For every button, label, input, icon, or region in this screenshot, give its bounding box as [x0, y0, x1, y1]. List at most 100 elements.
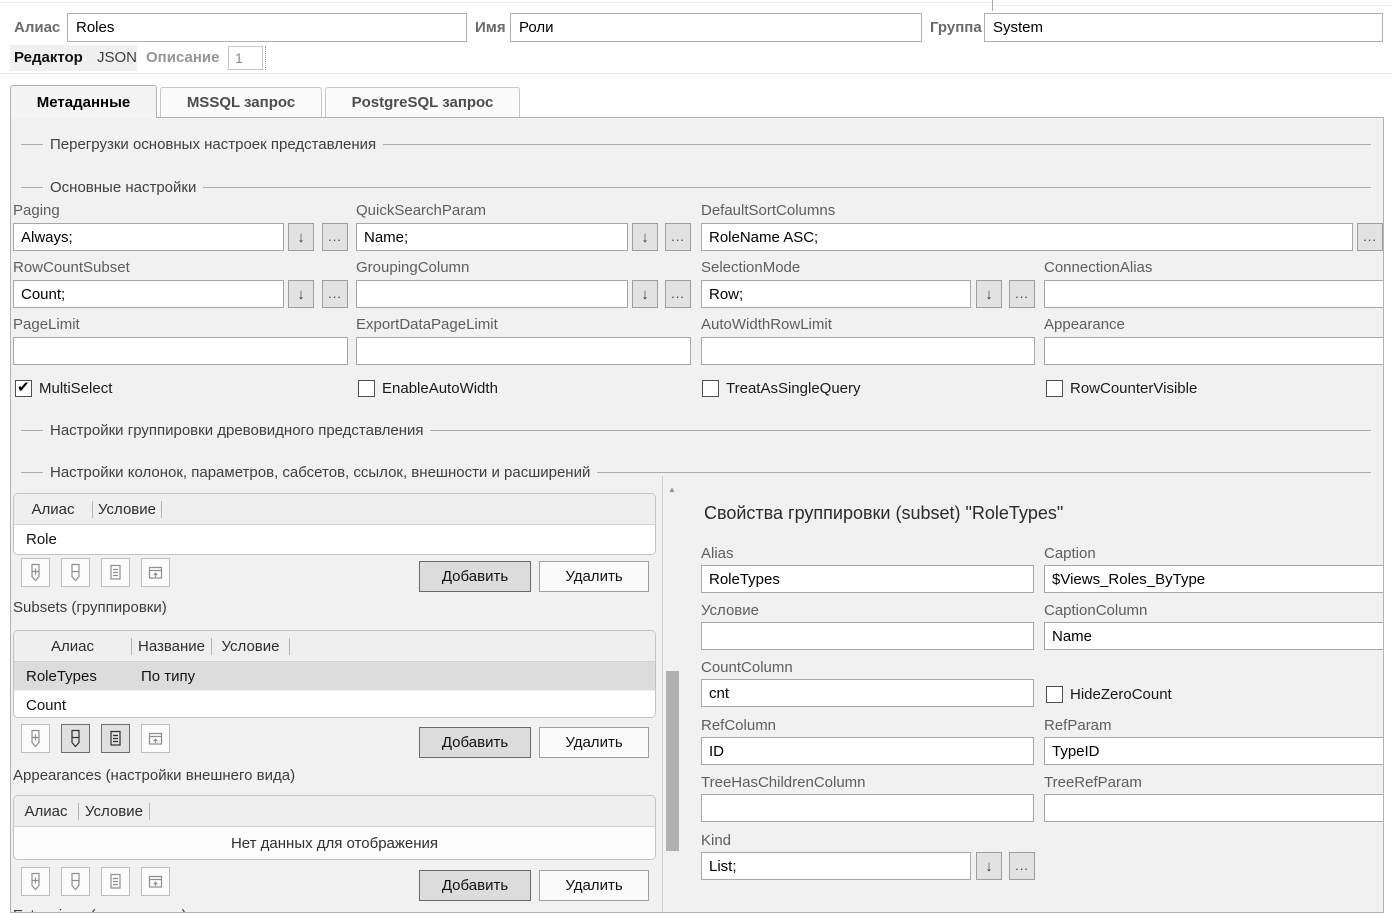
columns-remove-button[interactable]: Удалить [539, 561, 649, 592]
subset-treehaschildrencolumn-label: TreeHasChildrenColumn [701, 775, 866, 791]
subsets-add-button[interactable]: Добавить [419, 727, 531, 758]
appearances-remove-button[interactable]: Удалить [539, 870, 649, 901]
subsets-document-button[interactable] [101, 724, 130, 753]
name-label: Имя [475, 13, 506, 42]
subset-countcolumn-input[interactable] [701, 679, 1034, 707]
quicksearchparam-input[interactable] [356, 223, 628, 251]
shield-minus-icon [66, 872, 85, 891]
selectionmode-ellipsis-button[interactable]: ... [1009, 280, 1035, 308]
rowcountervisible-checkbox[interactable]: ✔ [1046, 380, 1063, 397]
quicksearchparam-dropdown-button[interactable]: ↓ [632, 223, 658, 251]
description-resize-handle[interactable] [265, 46, 267, 70]
appearance-input[interactable] [1044, 337, 1384, 365]
appearances-add-button[interactable]: Добавить [419, 870, 531, 901]
subset-kind-ellipsis-button[interactable]: ... [1009, 852, 1035, 880]
columns-export-window-button[interactable] [141, 558, 170, 587]
scroll-up-arrow-icon[interactable]: ▲ [663, 484, 681, 496]
subset-captioncolumn-input[interactable] [1044, 622, 1384, 650]
connectionalias-input[interactable] [1044, 280, 1384, 308]
subsets-shield-minus-button[interactable] [61, 724, 90, 753]
column-header-condition[interactable]: Условие [212, 631, 289, 661]
rowcountsubset-input[interactable] [13, 280, 284, 308]
exportdatapagelimit-label: ExportDataPageLimit [356, 317, 498, 333]
defaultsortcolumns-ellipsis-button[interactable]: ... [1357, 223, 1383, 251]
name-input[interactable] [510, 13, 922, 42]
hidezerocount-checkbox[interactable]: ✔ [1046, 686, 1063, 703]
export-window-icon [146, 563, 165, 582]
tab-metadata-label: Метаданные [37, 94, 130, 111]
columns-shield-plus-button[interactable] [21, 558, 50, 587]
connectionalias-label: ConnectionAlias [1044, 260, 1152, 276]
alias-label: Алиас [14, 13, 60, 42]
appearances-export-window-button[interactable] [141, 867, 170, 896]
exportdatapagelimit-input[interactable] [356, 337, 691, 365]
subset-treerefparam-input[interactable] [1044, 794, 1384, 822]
quicksearchparam-ellipsis-button[interactable]: ... [665, 223, 691, 251]
subset-refparam-label: RefParam [1044, 718, 1112, 734]
groupingcolumn-input[interactable] [356, 280, 628, 308]
autowidthrowlimit-input[interactable] [701, 337, 1035, 365]
ellipsis-icon: ... [671, 232, 685, 242]
enableautowidth-checkbox[interactable]: ✔ [358, 380, 375, 397]
groupingcolumn-dropdown-button[interactable]: ↓ [632, 280, 658, 308]
description-input[interactable] [228, 46, 263, 70]
tab-metadata[interactable]: Метаданные [10, 85, 157, 118]
column-header-alias[interactable]: Алиас [14, 631, 131, 661]
top-border-line-right [994, 5, 1392, 6]
rowcountervisible-label: RowCounterVisible [1070, 380, 1197, 398]
remove-button-label: Удалить [565, 568, 622, 585]
shield-minus-icon [66, 729, 85, 748]
subset-caption-input[interactable] [1044, 565, 1384, 593]
table-row[interactable]: Count [14, 691, 655, 718]
checkmark-icon: ✔ [17, 378, 30, 396]
subset-refcolumn-input[interactable] [701, 737, 1034, 765]
description-label: Описание [146, 45, 219, 71]
tab-json[interactable]: JSON [97, 45, 137, 71]
subsets-remove-button[interactable]: Удалить [539, 727, 649, 758]
subset-treehaschildrencolumn-input[interactable] [701, 794, 1034, 822]
rowcountsubset-ellipsis-button[interactable]: ... [322, 280, 348, 308]
appearances-shield-minus-button[interactable] [61, 867, 90, 896]
table-row-selected[interactable]: RoleTypes По типу [14, 662, 655, 691]
shield-plus-icon [26, 563, 45, 582]
paging-dropdown-button[interactable]: ↓ [288, 223, 314, 251]
pane-divider [662, 476, 663, 913]
column-header-alias[interactable]: Алиас [14, 796, 78, 826]
column-header-condition[interactable]: Условие [93, 494, 161, 524]
column-header-name[interactable]: Название [132, 631, 211, 661]
defaultsortcolumns-input[interactable] [701, 223, 1353, 251]
subset-kind-input[interactable] [701, 852, 971, 880]
column-header-condition[interactable]: Условие [79, 796, 149, 826]
ellipsis-icon: ... [1363, 232, 1377, 242]
subset-kind-dropdown-button[interactable]: ↓ [976, 852, 1002, 880]
paging-input[interactable] [13, 223, 284, 251]
table-row[interactable]: Role [14, 525, 655, 555]
columns-add-button[interactable]: Добавить [419, 561, 531, 592]
tab-mssql-query[interactable]: MSSQL запрос [160, 87, 322, 117]
groupingcolumn-ellipsis-button[interactable]: ... [665, 280, 691, 308]
splitter-tick[interactable] [992, 0, 993, 11]
column-header-alias[interactable]: Алиас [14, 494, 92, 524]
multiselect-checkbox[interactable]: ✔ [15, 380, 32, 397]
rowcountsubset-dropdown-button[interactable]: ↓ [288, 280, 314, 308]
columns-shield-minus-button[interactable] [61, 558, 90, 587]
appearances-shield-plus-button[interactable] [21, 867, 50, 896]
treatassinglequery-checkbox[interactable]: ✔ [702, 380, 719, 397]
selectionmode-dropdown-button[interactable]: ↓ [976, 280, 1002, 308]
group-input[interactable] [984, 13, 1383, 42]
tab-editor[interactable]: Редактор [14, 45, 83, 71]
subsets-shield-plus-button[interactable] [21, 724, 50, 753]
remove-button-label: Удалить [565, 734, 622, 751]
paging-ellipsis-button[interactable]: ... [322, 223, 348, 251]
appearances-document-button[interactable] [101, 867, 130, 896]
pagelimit-input[interactable] [13, 337, 348, 365]
subset-refparam-input[interactable] [1044, 737, 1384, 765]
selectionmode-input[interactable] [701, 280, 971, 308]
alias-input[interactable] [67, 13, 467, 42]
scrollbar-thumb[interactable] [666, 671, 679, 851]
tab-postgresql-query[interactable]: PostgreSQL запрос [325, 87, 520, 117]
subsets-export-window-button[interactable] [141, 724, 170, 753]
subset-condition-input[interactable] [701, 622, 1034, 650]
columns-document-button[interactable] [101, 558, 130, 587]
subset-alias-input[interactable] [701, 565, 1034, 593]
